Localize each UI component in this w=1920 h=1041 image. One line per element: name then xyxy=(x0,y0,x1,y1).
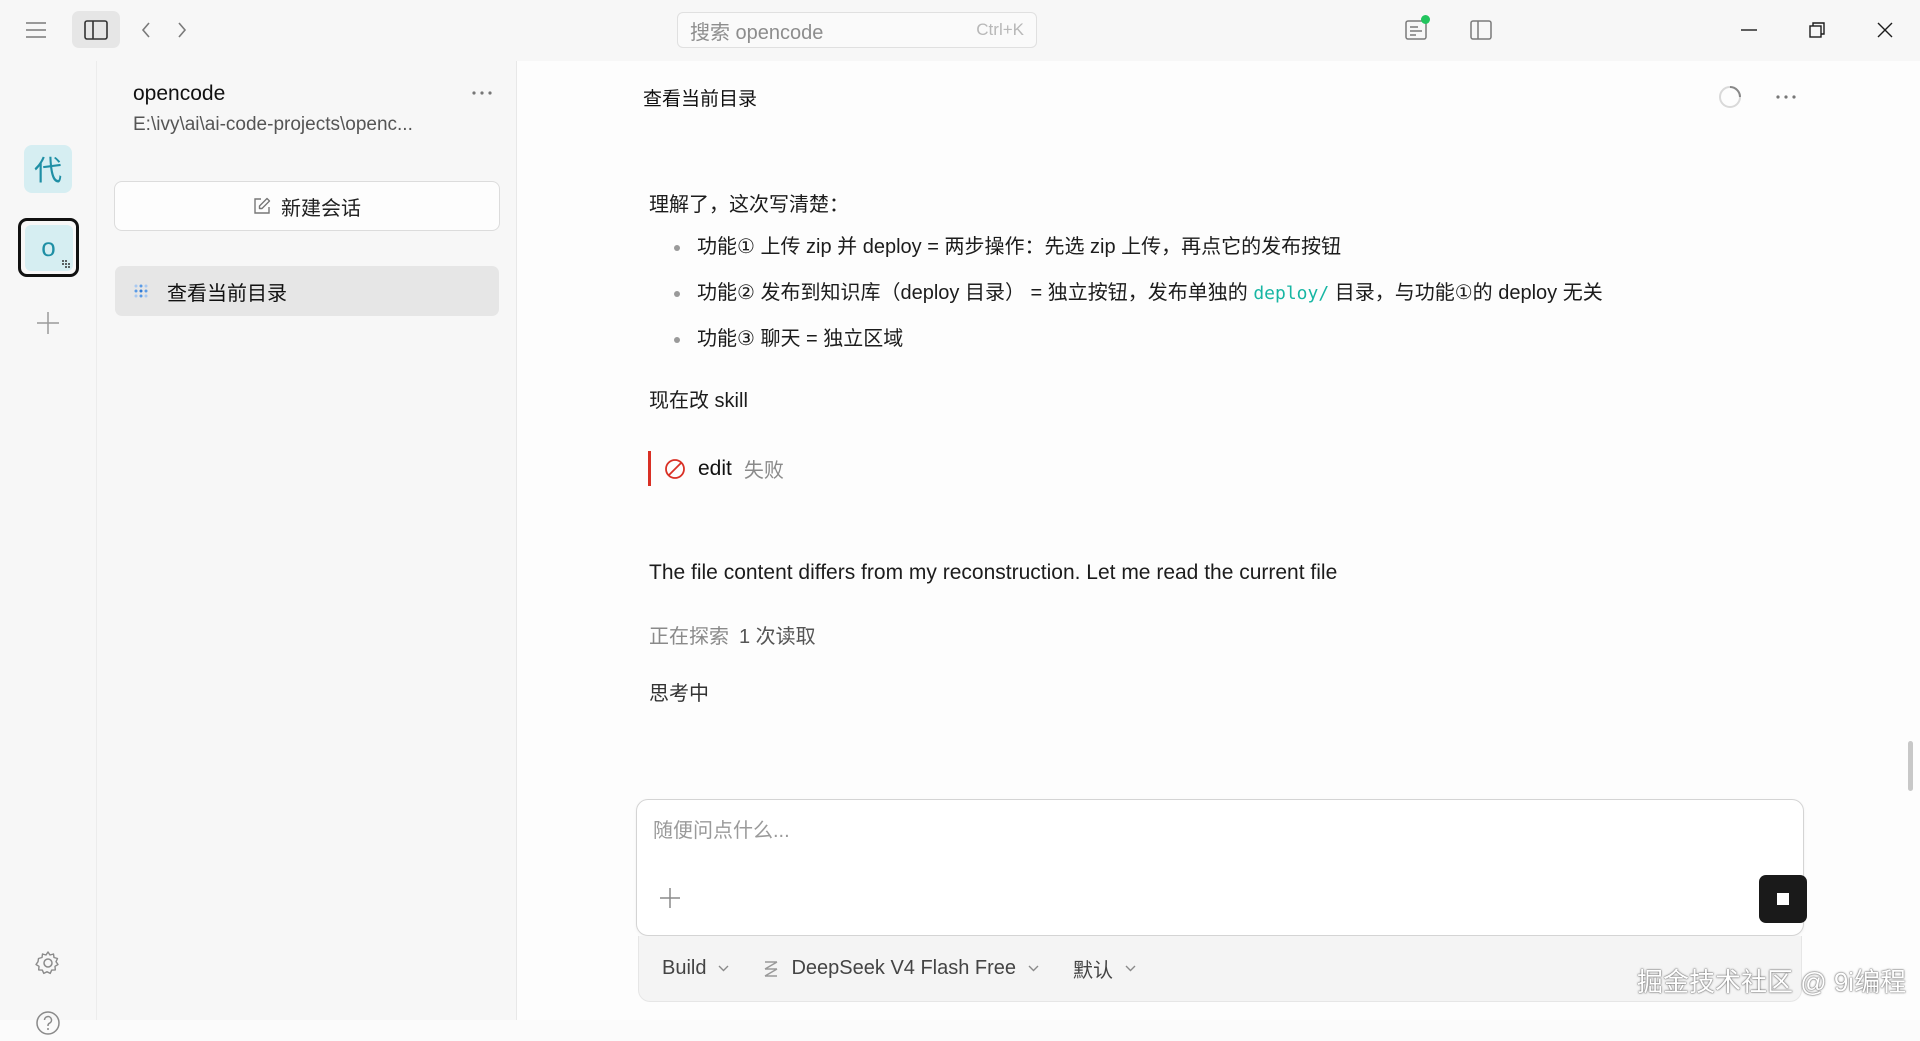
chevron-down-icon xyxy=(718,965,729,972)
title-bar: 搜索 opencode Ctrl+K xyxy=(0,0,1920,61)
stop-button[interactable] xyxy=(1759,875,1807,923)
tool-status: 失败 xyxy=(743,460,784,482)
search-box[interactable]: 搜索 opencode Ctrl+K xyxy=(677,12,1037,48)
assistant-text: 现在改 skill xyxy=(649,390,748,412)
model-selector[interactable]: DeepSeek V4 Flash Free xyxy=(763,957,1039,980)
loading-spinner-icon xyxy=(1719,86,1741,108)
project-tile[interactable]: 代 xyxy=(24,145,72,193)
session-title-header: 查看当前目录 xyxy=(643,89,758,110)
session-title: 查看当前目录 xyxy=(167,282,287,305)
list-item: 功能③ 聊天 = 独立区域 xyxy=(672,325,1603,371)
project-name: opencode xyxy=(133,82,226,105)
bullet-text: 功能③ 聊天 = 独立区域 xyxy=(697,328,904,350)
loading-dots-icon xyxy=(134,284,148,298)
bullet-list: 功能① 上传 zip 并 deploy = 两步操作：先选 zip 上传，再点它… xyxy=(672,233,1603,371)
project-rail: 代 o xyxy=(0,61,97,1035)
read-count: 1 次读取 xyxy=(739,626,816,648)
project-more-icon[interactable] xyxy=(465,79,499,107)
status-dot xyxy=(1421,15,1430,24)
composer xyxy=(636,799,1807,936)
new-session-label: 新建会话 xyxy=(281,197,361,220)
edit-icon xyxy=(254,197,271,214)
stop-icon xyxy=(1777,893,1789,905)
bullet-text: 功能① 上传 zip 并 deploy = 两步操作：先选 zip 上传，再点它… xyxy=(697,236,1342,258)
review-changes-icon[interactable] xyxy=(1399,13,1433,47)
model-provider-icon xyxy=(765,960,778,977)
bullet-text: 功能② 发布到知识库（deploy 目录） = 独立按钮，发布单独的 xyxy=(697,282,1254,304)
forward-arrow-icon[interactable] xyxy=(168,15,196,45)
exploring-status[interactable]: 正在探索 1 次读取 xyxy=(649,620,816,649)
sidebar-toggle-button[interactable] xyxy=(72,11,120,48)
settings-gear-icon[interactable] xyxy=(30,945,66,981)
list-item: 功能② 发布到知识库（deploy 目录） = 独立按钮，发布单独的 deplo… xyxy=(672,279,1603,325)
chevron-down-icon xyxy=(1125,965,1136,972)
back-arrow-icon[interactable] xyxy=(132,15,160,45)
watermark: 掘金技术社区 @ 9i编程 xyxy=(1637,967,1907,997)
session-more-icon[interactable] xyxy=(1769,83,1803,111)
scrollbar-thumb[interactable] xyxy=(1908,741,1913,791)
model-label: DeepSeek V4 Flash Free xyxy=(791,957,1017,979)
assistant-text: The file content differs from my reconst… xyxy=(649,561,1338,584)
project-path: E:\ivy\ai\ai-code-projects\openc... xyxy=(133,114,413,135)
working-badge-icon xyxy=(61,259,70,268)
close-button[interactable] xyxy=(1862,12,1908,48)
new-session-button[interactable]: 新建会话 xyxy=(114,181,500,231)
agent-selector[interactable]: Build xyxy=(662,957,729,980)
chat-main: 查看当前目录 理解了，这次写清楚： 功能① 上传 zip 并 deploy = … xyxy=(517,61,1920,1020)
menu-icon[interactable] xyxy=(18,15,54,45)
add-project-icon[interactable] xyxy=(30,305,66,341)
prompt-input[interactable] xyxy=(653,814,1773,848)
help-icon[interactable] xyxy=(30,1005,66,1041)
error-prohibited-icon xyxy=(665,458,685,479)
variant-selector[interactable]: 默认 xyxy=(1073,954,1136,983)
project-tile-inner: o xyxy=(24,224,73,271)
search-shortcut-hint: Ctrl+K xyxy=(976,20,1024,39)
attach-plus-icon[interactable] xyxy=(655,883,685,913)
variant-label: 默认 xyxy=(1073,960,1114,982)
project-initial: 代 xyxy=(33,155,62,186)
thinking-indicator: 思考中 xyxy=(649,683,709,705)
project-tile-active[interactable]: o xyxy=(18,218,79,277)
composer-toolbar: Build DeepSeek V4 Flash Free 默认 xyxy=(638,936,1802,1002)
session-sidebar: opencode E:\ivy\ai\ai-code-projects\open… xyxy=(97,61,517,1020)
search-placeholder: 搜索 opencode xyxy=(690,21,824,44)
bullet-text: 目录，与功能①的 deploy 无关 xyxy=(1329,282,1603,304)
tool-call-edit[interactable]: edit 失败 xyxy=(648,451,784,486)
restore-button[interactable] xyxy=(1794,12,1840,48)
inline-code: deploy/ xyxy=(1253,283,1330,304)
exploring-label: 正在探索 xyxy=(649,626,729,648)
minimize-button[interactable] xyxy=(1726,12,1772,48)
list-item: 功能① 上传 zip 并 deploy = 两步操作：先选 zip 上传，再点它… xyxy=(672,233,1603,279)
right-panel-toggle-icon[interactable] xyxy=(1464,13,1498,47)
agent-label: Build xyxy=(662,957,707,979)
tool-name: edit xyxy=(698,456,732,480)
chevron-down-icon xyxy=(1028,965,1039,972)
project-initial: o xyxy=(41,232,56,262)
session-item[interactable]: 查看当前目录 xyxy=(115,266,499,316)
assistant-text: 理解了，这次写清楚： xyxy=(649,194,849,216)
